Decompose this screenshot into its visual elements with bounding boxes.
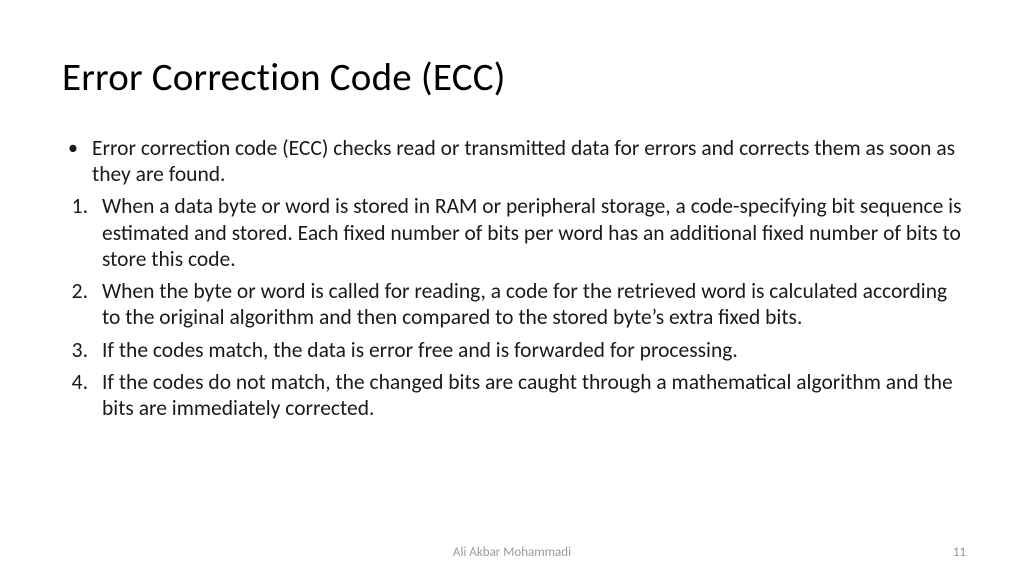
footer-author: Ali Akbar Mohammadi [0,545,1024,560]
intro-bullet: • Error correction code (ECC) checks rea… [62,135,962,187]
list-text: When the byte or word is called for read… [102,278,962,330]
list-text: If the codes do not match, the changed b… [102,369,962,421]
list-number: 3. [62,337,102,363]
slide-content: • Error correction code (ECC) checks rea… [62,135,962,421]
list-number: 2. [62,278,102,330]
slide-body: Error Correction Code (ECC) • Error corr… [0,0,1024,421]
intro-text: Error correction code (ECC) checks read … [92,135,962,187]
list-text: When a data byte or word is stored in RA… [102,193,962,272]
list-item: 2. When the byte or word is called for r… [62,278,962,330]
list-item: 4. If the codes do not match, the change… [62,369,962,421]
page-number: 11 [953,545,966,560]
list-text: If the codes match, the data is error fr… [102,337,962,363]
list-number: 4. [62,369,102,421]
list-number: 1. [62,193,102,272]
bullet-icon: • [62,135,92,187]
list-item: 1. When a data byte or word is stored in… [62,193,962,272]
slide-title: Error Correction Code (ECC) [62,54,962,101]
list-item: 3. If the codes match, the data is error… [62,337,962,363]
